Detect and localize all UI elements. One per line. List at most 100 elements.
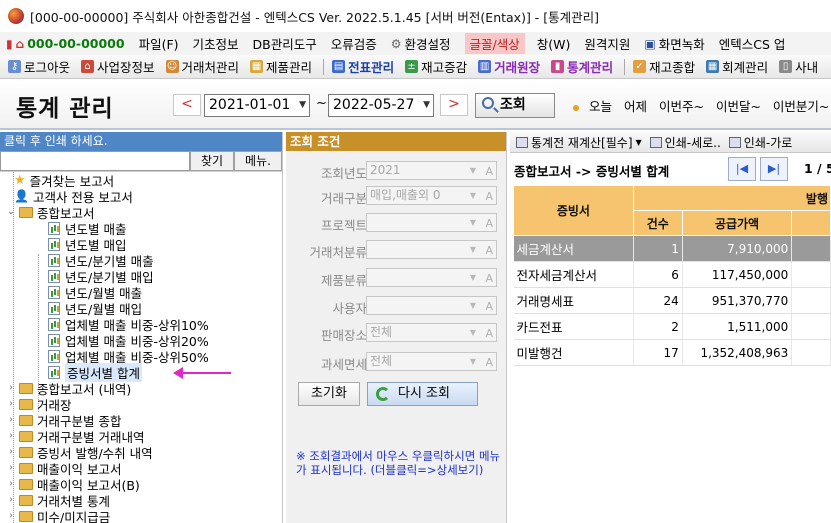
quick-range-bar: 오늘 어제 이번주~ 이번달~ 이번분기~: [573, 96, 831, 115]
print-landscape-button[interactable]: 인쇄-가로: [728, 134, 792, 151]
next-page-button[interactable]: ▶|: [760, 157, 788, 181]
table-row[interactable]: 전자세금계산서 6 117,450,000: [513, 261, 831, 288]
condition-year: 조회년도 2021 ▼ A: [286, 161, 507, 181]
folder-icon: [19, 478, 33, 490]
find-button[interactable]: 찾기: [190, 151, 234, 171]
toolbar-stock-change[interactable]: ± 재고증감: [405, 57, 467, 76]
expand-chevron-icon[interactable]: ›: [6, 463, 16, 473]
toolbar-statistics[interactable]: ▮ 통계관리: [551, 57, 613, 76]
toolbar-logout[interactable]: ⚷ 로그아웃: [8, 57, 70, 76]
first-page-icon: |◀: [735, 162, 749, 175]
toolbar-business-info[interactable]: ⌂ 사업장정보: [81, 57, 155, 76]
first-page-button[interactable]: |◀: [728, 157, 756, 181]
search-button[interactable]: 조회: [475, 93, 555, 118]
usage-note: ※ 조회결과에서 마우스 우클릭하시면 메뉴가 표시됩니다. (더블클릭=>상세…: [296, 449, 501, 477]
box-icon: ▦: [250, 60, 264, 73]
table-cell: [791, 313, 831, 340]
menu-file[interactable]: 파일(F): [139, 34, 179, 53]
menu-settings[interactable]: ⚙ 환경설정: [391, 34, 451, 53]
expand-chevron-icon[interactable]: ›: [6, 511, 16, 521]
expand-chevron-icon[interactable]: ›: [6, 479, 16, 489]
toolbar-product-mgmt[interactable]: ▦ 제품관리: [250, 57, 312, 76]
text-a-icon[interactable]: A: [485, 215, 493, 232]
folder-icon: [19, 462, 33, 474]
monitor-icon: ▣: [644, 36, 656, 51]
menu-screen-record[interactable]: ▣ 화면녹화: [644, 34, 704, 53]
next-period-button[interactable]: >: [440, 94, 468, 116]
date-to-input[interactable]: 2022-05-27 ▼: [328, 94, 434, 117]
menu-button[interactable]: 메뉴.: [234, 151, 282, 171]
reset-button[interactable]: 초기화: [298, 382, 360, 406]
collapse-chevron-icon[interactable]: ⌄: [6, 207, 16, 217]
toolbar-accounting[interactable]: ▦ 회계관리: [706, 57, 768, 76]
requery-button[interactable]: 다시 조회: [367, 382, 478, 406]
table-row[interactable]: 카드전표 2 1,511,000: [513, 313, 831, 340]
text-a-icon[interactable]: A: [485, 242, 493, 259]
tree-search-row: 찾기 메뉴.: [0, 151, 282, 172]
text-a-icon[interactable]: A: [485, 354, 493, 371]
expand-chevron-icon[interactable]: ›: [6, 383, 16, 393]
house-icon: ⌂: [81, 60, 95, 73]
text-a-icon[interactable]: A: [485, 188, 493, 205]
menu-entax-cs[interactable]: 엔텍스CS 업: [719, 34, 786, 53]
quick-range-today[interactable]: 오늘: [589, 99, 612, 114]
table-row[interactable]: 세금계산서 1 7,910,000: [513, 235, 831, 262]
home-icon: ⌂: [15, 36, 25, 51]
table-row[interactable]: 미발행건 17 1,352,408,963: [513, 339, 831, 366]
annotation-arrow: [173, 367, 231, 379]
expand-chevron-icon[interactable]: ›: [6, 431, 16, 441]
text-a-icon[interactable]: A: [485, 325, 493, 342]
col-header-count[interactable]: 건수: [632, 210, 683, 236]
project-select[interactable]: ▼ A: [366, 213, 497, 232]
expand-chevron-icon[interactable]: ›: [6, 495, 16, 505]
toolbar-ledger[interactable]: ▥ 거래원장: [478, 57, 540, 76]
tree-search-input[interactable]: [0, 151, 190, 171]
text-a-icon[interactable]: A: [485, 163, 493, 180]
table-row[interactable]: 거래명세표 24 951,370,770: [513, 287, 831, 314]
folder-icon: [19, 446, 33, 458]
menu-basic-info[interactable]: 기초정보: [193, 34, 239, 53]
quick-range-this-week[interactable]: 이번주~: [659, 99, 704, 114]
page-icon: ▯: [779, 60, 793, 73]
quick-range-this-month[interactable]: 이번달~: [716, 99, 761, 114]
dropdown-arrow-icon[interactable]: ▼: [299, 95, 306, 116]
col-header-supply-amount[interactable]: 공급가액: [681, 210, 793, 236]
printer-icon: [728, 136, 741, 148]
print-portrait-button[interactable]: 인쇄-세로..: [649, 134, 721, 151]
toolbar-internal[interactable]: ▯ 사내: [779, 57, 818, 76]
tax-type-select[interactable]: 전체 ▼ A: [366, 352, 497, 371]
prev-period-button[interactable]: <: [173, 94, 201, 116]
quick-range-this-quarter[interactable]: 이번분기~: [773, 99, 829, 114]
toolbar-stock-summary[interactable]: ✓ 재고종합: [633, 57, 695, 76]
expand-chevron-icon[interactable]: ›: [6, 415, 16, 425]
col-header-evidence[interactable]: 증빙서: [513, 185, 634, 236]
sales-location-select[interactable]: 전체 ▼ A: [366, 323, 497, 342]
report-icon: [48, 221, 60, 235]
dropdown-arrow-icon[interactable]: ▼: [636, 138, 642, 147]
recalculate-button[interactable]: 통계전 재계산[필수] ▼: [516, 134, 642, 151]
user-select[interactable]: ▼ A: [366, 296, 497, 315]
text-a-icon[interactable]: A: [485, 270, 493, 287]
menu-window[interactable]: 창(W): [537, 34, 571, 53]
expand-chevron-icon[interactable]: ›: [6, 447, 16, 457]
menu-remote-support[interactable]: 원격지원: [584, 34, 630, 53]
results-table: 증빙서 발행 건수 공급가액 세금계산서 1 7,910,000 전자세금계산서…: [513, 185, 831, 366]
client-category-select[interactable]: ▼ A: [366, 240, 497, 259]
expand-chevron-icon[interactable]: ›: [6, 399, 16, 409]
toolbar-voucher-mgmt[interactable]: ▤ 전표관리: [332, 57, 394, 76]
year-select[interactable]: 2021 ▼ A: [366, 161, 497, 180]
product-category-select[interactable]: ▼ A: [366, 268, 497, 287]
toolbar-client-mgmt[interactable]: ☺ 거래처관리: [165, 57, 239, 76]
menu-font-color[interactable]: 글꼴/색상: [464, 33, 525, 54]
condition-client-category: 거래처분류 ▼ A: [286, 240, 507, 260]
text-a-icon[interactable]: A: [485, 298, 493, 315]
trade-type-select[interactable]: 매입,매출외 0 ▼ A: [366, 186, 497, 205]
menu-error-check[interactable]: 오류검증: [331, 34, 377, 53]
quick-range-yesterday[interactable]: 어제: [624, 99, 647, 114]
dropdown-arrow-icon[interactable]: ▼: [423, 95, 430, 116]
menu-db-tools[interactable]: DB관리도구: [253, 34, 317, 53]
menu-business-code[interactable]: ▮ ⌂ 000-00-00000: [6, 36, 125, 51]
document-icon: ▤: [332, 60, 346, 73]
date-from-input[interactable]: 2021-01-01 ▼: [204, 94, 310, 117]
tree-item-receivables[interactable]: › 미수/미지급금: [6, 508, 110, 523]
